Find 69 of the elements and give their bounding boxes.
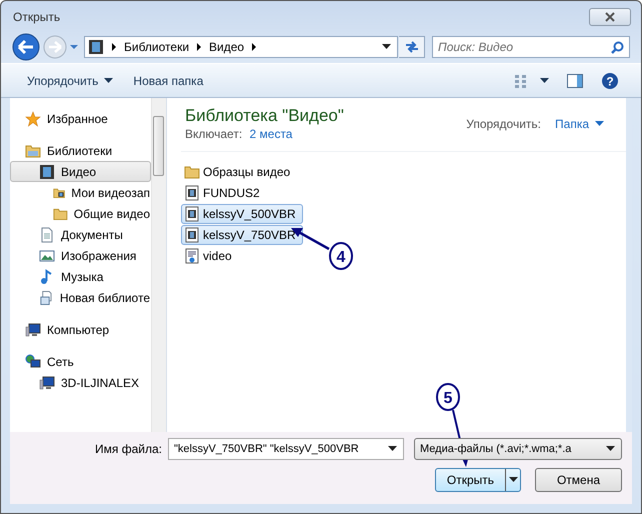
folder-icon xyxy=(184,164,200,180)
sidebar-item[interactable]: Изображения xyxy=(10,245,151,266)
preview-pane-icon[interactable] xyxy=(567,74,583,88)
arrange-label: Упорядочить: xyxy=(466,116,542,130)
file-item[interactable]: kelssyV_750VBR xyxy=(181,225,303,245)
library-title: Библиотека "Видео" xyxy=(185,106,344,126)
breadcrumb[interactable]: Библиотеки xyxy=(124,40,190,54)
sidebar-item[interactable]: Библиотеки xyxy=(10,140,151,161)
dropdown-icon[interactable] xyxy=(382,44,391,50)
history-dropdown-icon[interactable] xyxy=(69,43,79,51)
star-icon xyxy=(25,110,41,126)
refresh-icon xyxy=(404,40,420,54)
open-button[interactable]: Открыть xyxy=(435,468,521,492)
dropdown-icon xyxy=(595,120,604,126)
sidebar-item[interactable]: Избранное xyxy=(10,108,151,129)
help-icon[interactable]: ? xyxy=(601,72,619,90)
sidebar-item[interactable]: Сеть xyxy=(10,351,151,372)
sidebar-item[interactable]: Новая библиоте xyxy=(10,287,151,308)
file-item[interactable]: video xyxy=(181,246,239,266)
chevron-icon xyxy=(196,43,202,51)
film-icon xyxy=(39,164,55,180)
sidebar-item[interactable]: Видео xyxy=(10,161,151,182)
scrollbar[interactable] xyxy=(151,98,166,432)
sidebar-item[interactable]: Документы xyxy=(10,224,151,245)
dropdown-icon[interactable] xyxy=(540,78,549,84)
film-icon xyxy=(184,227,200,243)
new-folder-button[interactable]: Новая папка xyxy=(123,70,214,92)
filename-field[interactable]: "kelssyV_750VBR" "kelssyV_500VBR xyxy=(168,438,404,460)
sidebar-item[interactable]: Музыка xyxy=(10,266,151,287)
library-icon xyxy=(39,290,54,306)
locations-link[interactable]: 2 места xyxy=(250,127,292,141)
dropdown-icon xyxy=(104,78,114,84)
dropdown-icon xyxy=(606,446,615,452)
file-type-dropdown[interactable]: Медиа-файлы (*.avi;*.wma;*.a xyxy=(414,438,622,460)
file-item[interactable]: Образцы видео xyxy=(181,162,298,182)
sidebar-item[interactable]: Мои видеозап xyxy=(10,182,151,203)
includes-label: Включает: xyxy=(185,127,242,141)
dropdown-icon[interactable] xyxy=(388,446,397,452)
library-folder-icon xyxy=(25,142,41,158)
file-item[interactable]: FUNDUS2 xyxy=(181,183,267,203)
sidebar-item[interactable]: 3D-ILJINALEX xyxy=(10,372,151,393)
network-icon xyxy=(25,354,41,370)
computer-icon xyxy=(25,322,41,338)
close-icon xyxy=(604,12,616,22)
back-button[interactable] xyxy=(11,32,41,62)
file-item[interactable]: kelssyV_500VBR xyxy=(181,204,303,224)
arrange-dropdown[interactable]: Папка xyxy=(555,116,604,130)
cancel-button[interactable]: Отмена xyxy=(535,468,622,492)
chevron-icon xyxy=(251,43,258,51)
film-icon xyxy=(184,206,200,222)
chevron-icon xyxy=(111,43,117,51)
film-icon xyxy=(184,185,200,201)
search-field[interactable]: Поиск: Видео xyxy=(432,36,630,58)
window-title: Открыть xyxy=(13,10,62,24)
film-icon xyxy=(88,39,104,55)
picture-icon xyxy=(39,248,55,264)
close-button[interactable] xyxy=(589,8,631,26)
sidebar-item[interactable]: Компьютер xyxy=(10,319,151,340)
organize-button[interactable]: Упорядочить xyxy=(17,70,124,92)
breadcrumb[interactable]: Видео xyxy=(209,40,244,54)
sidebar-item[interactable]: Общие видео xyxy=(10,203,151,224)
document-icon xyxy=(39,226,55,242)
playlist-icon xyxy=(184,248,200,264)
computer-icon xyxy=(39,374,55,390)
refresh-button[interactable] xyxy=(399,36,425,58)
filename-label: Имя файла: xyxy=(95,442,162,456)
dropdown-icon xyxy=(508,477,518,483)
address-bar[interactable]: Библиотеки Видео xyxy=(84,36,398,58)
search-icon xyxy=(611,41,624,54)
